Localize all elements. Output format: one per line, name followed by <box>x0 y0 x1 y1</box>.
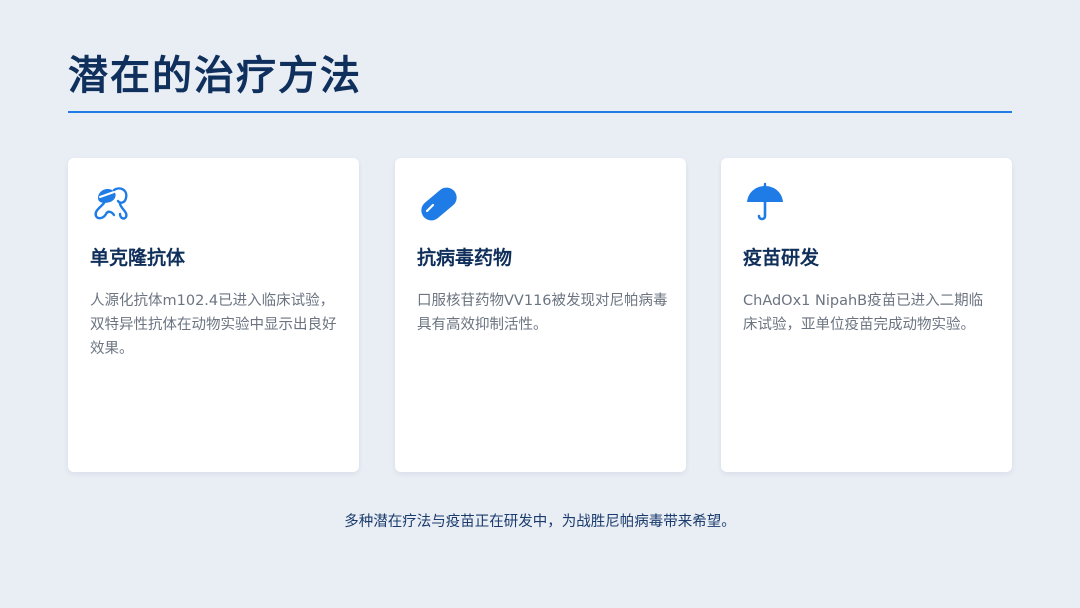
card-description: ChAdOx1 NipahB疫苗已进入二期临床试验，亚单位疫苗完成动物实验。 <box>743 293 984 333</box>
card-antiviral-drugs: 抗病毒药物 口服核苷药物VV116被发现对尼帕病毒具有高效抑制活性。 <box>395 158 686 472</box>
card-description: 人源化抗体m102.4已进入临床试验，双特异性抗体在动物实验中显示出良好效果。 <box>90 293 337 357</box>
card-heading: 抗病毒药物 <box>417 247 513 269</box>
card-monoclonal-antibody: 单克隆抗体 人源化抗体m102.4已进入临床试验，双特异性抗体在动物实验中显示出… <box>68 158 359 472</box>
pill-icon <box>417 182 461 226</box>
page-title: 潜在的治疗方法 <box>68 53 362 99</box>
card-heading: 疫苗研发 <box>743 247 820 269</box>
footer-summary: 多种潜在疗法与疫苗正在研发中，为战胜尼帕病毒带来希望。 <box>344 514 736 530</box>
card-description: 口服核苷药物VV116被发现对尼帕病毒具有高效抑制活性。 <box>417 293 668 333</box>
card-vaccine-development: 疫苗研发 ChAdOx1 NipahB疫苗已进入二期临床试验，亚单位疫苗完成动物… <box>721 158 1012 472</box>
title-divider <box>68 111 1012 113</box>
umbrella-icon <box>743 182 787 226</box>
card-heading: 单克隆抗体 <box>90 247 186 269</box>
antibody-icon <box>90 182 134 226</box>
